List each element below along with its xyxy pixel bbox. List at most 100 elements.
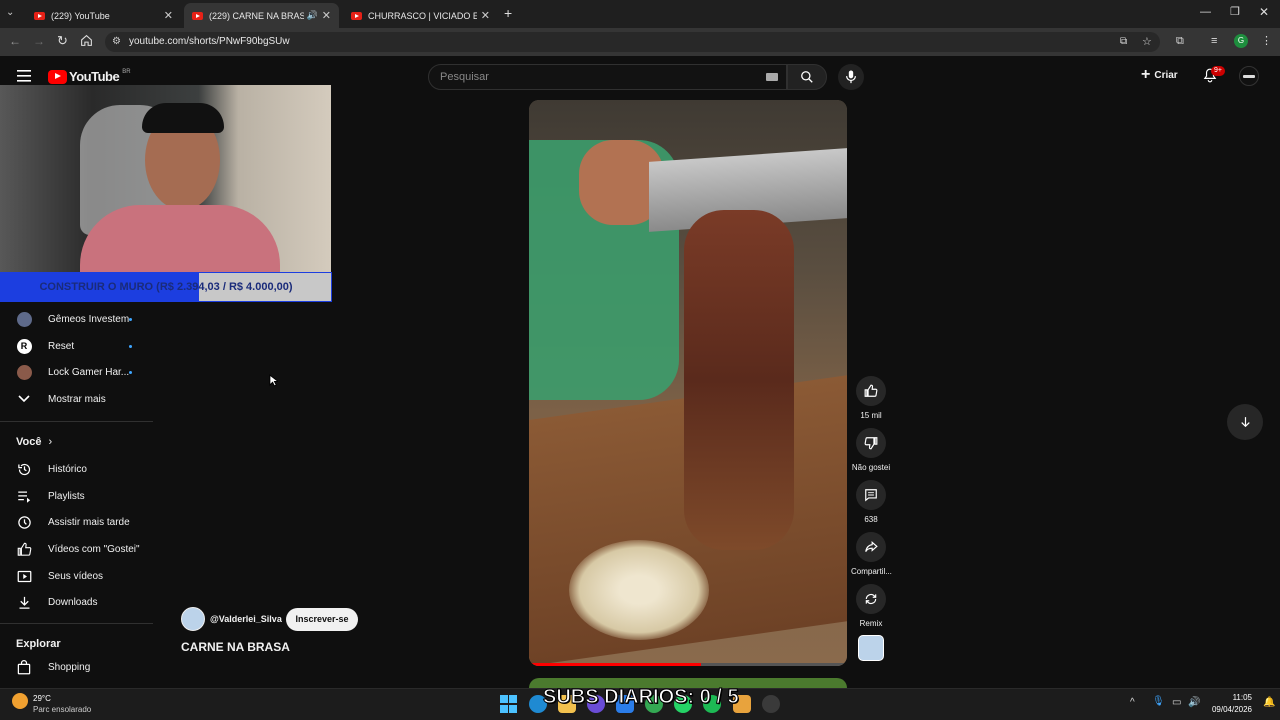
show-more-button[interactable]: Mostrar mais [0, 386, 153, 412]
like-button[interactable]: 15 mil [851, 376, 891, 420]
arrow-down-icon [1240, 417, 1250, 428]
browser-tab-strip: ⌄ (229) YouTube ✕ (229) CARNE NA BRASA -… [0, 0, 1280, 28]
browser-tab-1[interactable]: (229) CARNE NA BRASA - Y 🔊 ✕ [184, 3, 339, 28]
goal-bar: CONSTRUIR O MURO (R$ 2.394,03 / R$ 4.000… [0, 272, 332, 302]
sidebar-divider [0, 421, 153, 422]
search-icon [801, 71, 813, 83]
weather-sun-icon[interactable] [12, 693, 28, 709]
reload-icon[interactable]: ↻ [57, 33, 68, 49]
mic-tray-icon[interactable]: 🎙 [1152, 696, 1165, 707]
home-icon[interactable] [80, 34, 93, 47]
weather-temp[interactable]: 29°C [33, 694, 51, 703]
like-icon [16, 541, 32, 557]
comments-button[interactable]: 638 [851, 480, 891, 524]
channel-avatar[interactable] [181, 607, 205, 631]
sidebar-item-liked-videos[interactable]: Vídeos com "Gostei" [0, 536, 153, 562]
close-tab-icon[interactable]: ✕ [322, 9, 331, 22]
sidebar-item-shopping[interactable]: Shopping [0, 654, 153, 680]
avatar-lock-icon [16, 364, 32, 380]
notifications-tray-icon[interactable]: 🔔 [1263, 697, 1275, 708]
new-tab-button[interactable]: + [504, 5, 512, 21]
webcam-feed [0, 85, 331, 272]
tab-search-chevron-icon[interactable]: ⌄ [6, 7, 14, 18]
sidebar-item-history[interactable]: Histórico [0, 456, 153, 482]
sidebar-item-lock-gamer[interactable]: Lock Gamer Har... [0, 359, 153, 385]
menu-kebab-icon[interactable]: ⋮ [1261, 34, 1272, 47]
close-tab-icon[interactable]: ✕ [481, 9, 490, 22]
minimize-window-icon[interactable]: — [1200, 6, 1211, 18]
sidebar-item-label: Histórico [48, 463, 87, 475]
hamburger-menu-icon[interactable] [17, 70, 31, 82]
audio-playing-icon[interactable]: 🔊 [307, 10, 318, 21]
address-bar[interactable]: ⚙ youtube.com/shorts/PNwF90bgSUw ⧉ ☆ [105, 32, 1160, 52]
subs-goal-overlay: SUBS DIARIOS: 0 / 5 [543, 686, 740, 709]
media-control-icon[interactable]: ≡ [1211, 35, 1217, 47]
create-button[interactable]: + Criar [1141, 67, 1178, 83]
browser-tab-2[interactable]: CHURRASCO | VICIADO EM CH ✕ [343, 3, 498, 28]
search-button[interactable] [787, 64, 827, 90]
subscribe-button[interactable]: Inscrever-se [286, 608, 358, 631]
video-progress-fill [529, 663, 701, 666]
sidebar-item-watch-later[interactable]: Assistir mais tarde [0, 509, 153, 535]
audio-source-thumbnail[interactable] [858, 635, 884, 661]
sidebar-item-reset[interactable]: R Reset [0, 333, 153, 359]
bookmark-star-icon[interactable]: ☆ [1142, 32, 1152, 52]
country-code: BR [122, 69, 131, 75]
sidebar-item-downloads[interactable]: Downloads [0, 589, 153, 615]
volume-icon[interactable]: 🔊 [1188, 697, 1200, 708]
network-icon[interactable]: ▭ [1172, 697, 1181, 708]
voice-search-button[interactable] [838, 64, 864, 90]
profile-avatar[interactable]: G [1234, 34, 1248, 48]
new-content-dot [129, 371, 132, 374]
extensions-icon[interactable]: ⧉ [1176, 35, 1184, 48]
close-tab-icon[interactable]: ✕ [164, 9, 173, 22]
shorts-video-player[interactable] [529, 100, 847, 666]
share-button[interactable]: Compartil... [851, 532, 892, 576]
weather-description[interactable]: Parc ensolarado [33, 705, 91, 714]
thumbs-down-icon [856, 428, 886, 458]
create-label: Criar [1154, 69, 1178, 81]
windows-start-icon[interactable] [500, 695, 518, 713]
keyboard-icon[interactable] [766, 73, 778, 81]
comment-count: 638 [864, 515, 878, 524]
sidebar-item-label: Lock Gamer Har... [48, 366, 130, 378]
youtube-logo[interactable]: YouTube BR [48, 69, 131, 84]
app-settings-icon[interactable] [762, 695, 780, 713]
restore-window-icon[interactable]: ❐ [1230, 5, 1240, 18]
next-short-button[interactable] [1227, 404, 1263, 440]
forward-icon[interactable]: → [33, 34, 45, 48]
bag-icon [16, 659, 32, 675]
tab-title: CHURRASCO | VICIADO EM CH [368, 10, 477, 21]
goal-text: CONSTRUIR O MURO (R$ 2.394,03 / R$ 4.000… [39, 281, 293, 293]
sidebar-item-your-videos[interactable]: Seus vídeos [0, 563, 153, 589]
share-icon [856, 532, 886, 562]
sidebar-item-label: Reset [48, 340, 75, 352]
dislike-button[interactable]: Não gostei [851, 428, 891, 472]
sidebar-item-label: Playlists [48, 490, 85, 502]
search-input[interactable]: Pesquisar [428, 64, 787, 90]
account-avatar[interactable] [1239, 66, 1259, 86]
browser-tab-0[interactable]: (229) YouTube ✕ [26, 3, 181, 28]
back-icon[interactable]: ← [9, 34, 21, 48]
farofa-pile [569, 540, 709, 640]
remix-button[interactable]: Remix [851, 584, 891, 628]
site-info-icon[interactable]: ⚙ [112, 32, 121, 52]
clock-date[interactable]: 09/04/2026 [1205, 705, 1252, 714]
sidebar-item-gemeos-investem[interactable]: Gêmeos Investem [0, 306, 153, 332]
sidebar-item-label: Shopping [48, 661, 91, 673]
you-section-title[interactable]: Você › [16, 436, 52, 448]
grilled-meat-skewer [684, 210, 794, 550]
notifications-button[interactable]: 9+ [1203, 66, 1225, 83]
channel-name[interactable]: @Valderlei_Silva [210, 614, 282, 624]
chevron-right-icon: › [48, 436, 53, 448]
clock-time[interactable]: 11:05 [1210, 693, 1252, 702]
sidebar-item-label: Downloads [48, 596, 98, 608]
remix-icon [856, 584, 886, 614]
tab-title: (229) YouTube [51, 10, 110, 21]
avatar-reset-icon: R [16, 338, 32, 354]
tray-chevron-icon[interactable]: ^ [1130, 697, 1135, 708]
sidebar-item-playlists[interactable]: Playlists [0, 483, 153, 509]
tab-title: (229) CARNE NA BRASA - Y [209, 10, 304, 21]
close-window-icon[interactable]: ✕ [1259, 5, 1269, 19]
install-app-icon[interactable]: ⧉ [1120, 32, 1127, 52]
